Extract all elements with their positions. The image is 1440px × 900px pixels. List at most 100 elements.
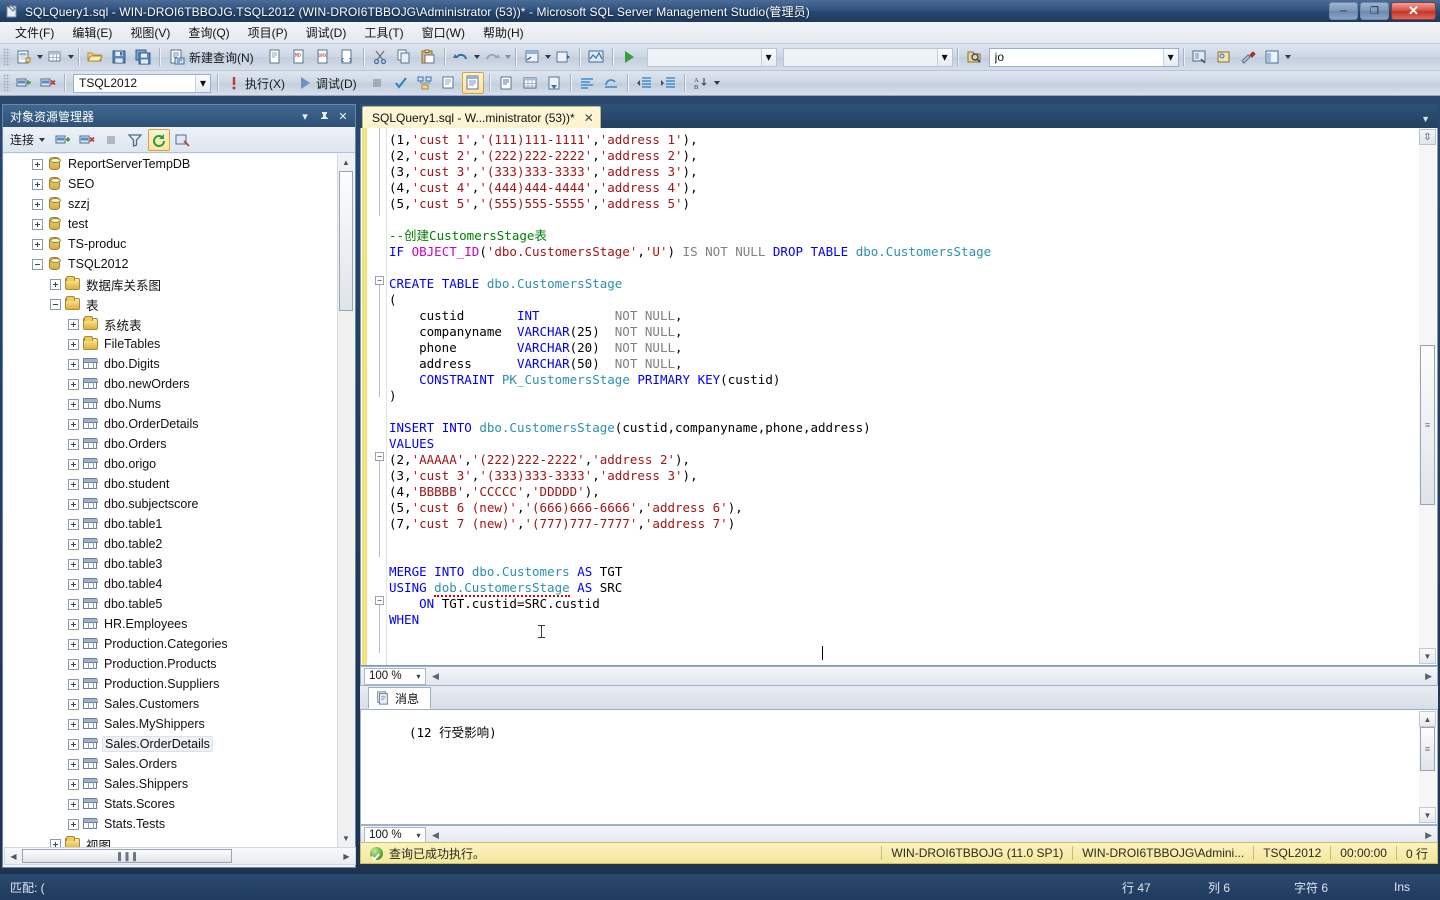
add-table-caret[interactable] [68, 55, 74, 59]
expand-icon[interactable] [32, 198, 43, 210]
execute-button[interactable]: 执行(X) [223, 72, 292, 94]
new-project-icon[interactable] [13, 46, 35, 68]
new-db-engine-query-icon[interactable] [264, 46, 286, 68]
new-xmla-query-icon[interactable] [336, 46, 358, 68]
expand-icon[interactable] [32, 178, 43, 190]
show-diagram-pane-icon[interactable] [521, 46, 543, 68]
database-selector[interactable]: TSQL2012 ▾ [73, 73, 211, 93]
expand-icon[interactable] [68, 378, 79, 390]
expand-icon[interactable] [68, 578, 79, 590]
redo-caret[interactable] [504, 55, 511, 59]
expand-icon[interactable] [68, 598, 79, 610]
increase-indent-icon[interactable] [657, 72, 679, 94]
hscroll-right-arrow-icon[interactable]: ▶ [1425, 830, 1432, 841]
hscroll-thumb[interactable]: ❚❚❚ [22, 849, 232, 863]
results-body[interactable]: (12 行受影响) ▲ ≡ ▼ [360, 710, 1438, 825]
menu-tools[interactable]: 工具(T) [355, 22, 412, 43]
run-icon[interactable] [618, 46, 640, 68]
tab-sqlquery1[interactable]: SQLQuery1.sql - W...ministrator (53))* ✕ [362, 106, 601, 128]
menu-debug[interactable]: 调试(D) [297, 22, 356, 43]
decrease-indent-icon[interactable] [633, 72, 655, 94]
sql-code-editor[interactable]: − − − (1,'cust 1','(111)111-1111','addre… [360, 128, 1438, 666]
disconnect-icon[interactable] [37, 72, 59, 94]
editor-vscrollbar[interactable]: ▲ ≡ ▼ [1419, 129, 1436, 664]
copy-icon[interactable] [393, 46, 415, 68]
tree-item-dbo-table1[interactable]: dbo.table1 [4, 514, 338, 534]
expand-icon[interactable] [68, 518, 79, 530]
results-vscrollbar[interactable]: ▲ ≡ ▼ [1419, 711, 1436, 823]
tree-item-dbo-orderdetails[interactable]: dbo.OrderDetails [4, 414, 338, 434]
hscroll-left-arrow-icon[interactable]: ◀ [432, 830, 439, 841]
pin-icon[interactable] [316, 108, 332, 124]
properties-window-icon[interactable] [1261, 46, 1283, 68]
comment-lines-icon[interactable] [576, 72, 598, 94]
results-to-grid-icon[interactable] [519, 72, 541, 94]
tree-item-dbo-digits[interactable]: dbo.Digits [4, 354, 338, 374]
toolbar-overflow-caret[interactable] [713, 81, 720, 85]
activity-monitor-icon[interactable] [585, 46, 607, 68]
expand-icon[interactable] [50, 838, 61, 847]
tree-item-reportservertempdb[interactable]: ReportServerTempDB [4, 154, 338, 174]
object-explorer-tree[interactable]: ReportServerTempDB SEO szzj test TS-produc TS… [4, 154, 338, 847]
chevron-down-icon[interactable]: ▾ [195, 74, 210, 92]
expand-icon[interactable] [68, 658, 79, 670]
expand-icon[interactable] [68, 798, 79, 810]
paste-icon[interactable] [417, 46, 439, 68]
sql-source-text[interactable]: (1,'cust 1','(111)111-1111','address 1')… [389, 132, 1403, 628]
expand-icon[interactable] [68, 638, 79, 650]
expand-icon[interactable] [68, 678, 79, 690]
chevron-down-icon[interactable]: ▾ [412, 672, 425, 681]
tree-item-stats-tests[interactable]: Stats.Tests [4, 814, 338, 834]
menu-help[interactable]: 帮助(H) [474, 22, 533, 43]
object-explorer-hscrollbar[interactable]: ◀ ❚❚❚ ▶ [4, 847, 356, 865]
results-to-text-icon[interactable] [495, 72, 517, 94]
toolbar-combo-1[interactable]: ▾ [646, 47, 777, 67]
refresh-icon[interactable] [148, 128, 171, 151]
display-estimated-plan-icon[interactable] [414, 72, 436, 94]
add-table-icon[interactable] [44, 46, 66, 68]
find-in-files-icon[interactable] [963, 46, 985, 68]
show-diagram-caret[interactable] [544, 55, 551, 59]
minimize-button[interactable]: ─ [1329, 2, 1358, 20]
object-explorer-vscrollbar[interactable]: ▲ ▼ [337, 154, 354, 847]
expand-icon[interactable] [68, 318, 79, 330]
object-explorer-icon[interactable] [1189, 46, 1211, 68]
fold-toggle-merge[interactable]: − [375, 596, 384, 605]
expand-icon[interactable] [68, 358, 79, 370]
menu-edit[interactable]: 编辑(E) [63, 22, 121, 43]
toolbar-grip[interactable] [3, 74, 10, 92]
tree-item-filetables[interactable]: FileTables [4, 334, 338, 354]
collapse-icon[interactable] [50, 298, 61, 310]
tree-item-sales-myshippers[interactable]: Sales.MyShippers [4, 714, 338, 734]
expand-icon[interactable] [68, 738, 79, 750]
menu-query[interactable]: 查询(Q) [179, 22, 238, 43]
connect-object-explorer-icon[interactable] [52, 129, 74, 151]
vscroll-thumb[interactable]: ≡ [1420, 345, 1435, 505]
toolbar-overflow-caret[interactable] [1284, 55, 1291, 59]
new-dmx-query-icon[interactable]: DMX [312, 46, 334, 68]
panel-menu-caret-icon[interactable]: ▾ [297, 108, 313, 124]
filter-icon[interactable] [124, 129, 146, 151]
close-icon[interactable]: ✕ [335, 108, 351, 124]
expand-icon[interactable] [68, 778, 79, 790]
vscroll-thumb[interactable] [339, 171, 353, 311]
tree-item-sales-orderdetails[interactable]: Sales.OrderDetails [4, 734, 338, 754]
tree-item--[interactable]: 视图 [4, 834, 338, 847]
new-project-caret[interactable] [37, 55, 43, 59]
expand-icon[interactable] [32, 218, 43, 230]
save-icon[interactable] [108, 46, 130, 68]
connect-icon[interactable] [13, 72, 35, 94]
chevron-down-icon[interactable]: ▼ [1421, 114, 1430, 124]
collapse-icon[interactable] [32, 258, 43, 270]
open-file-icon[interactable] [84, 46, 106, 68]
expand-icon[interactable] [50, 278, 61, 290]
filter-settings-icon[interactable] [172, 129, 194, 151]
tree-item-dbo-nums[interactable]: dbo.Nums [4, 394, 338, 414]
expand-icon[interactable] [68, 538, 79, 550]
new-folder-icon[interactable] [552, 46, 574, 68]
parse-check-icon[interactable] [390, 72, 412, 94]
include-actual-plan-icon[interactable] [461, 72, 484, 94]
menu-project[interactable]: 项目(P) [239, 22, 297, 43]
connect-caret-icon[interactable] [39, 137, 46, 142]
expand-icon[interactable] [68, 618, 79, 630]
